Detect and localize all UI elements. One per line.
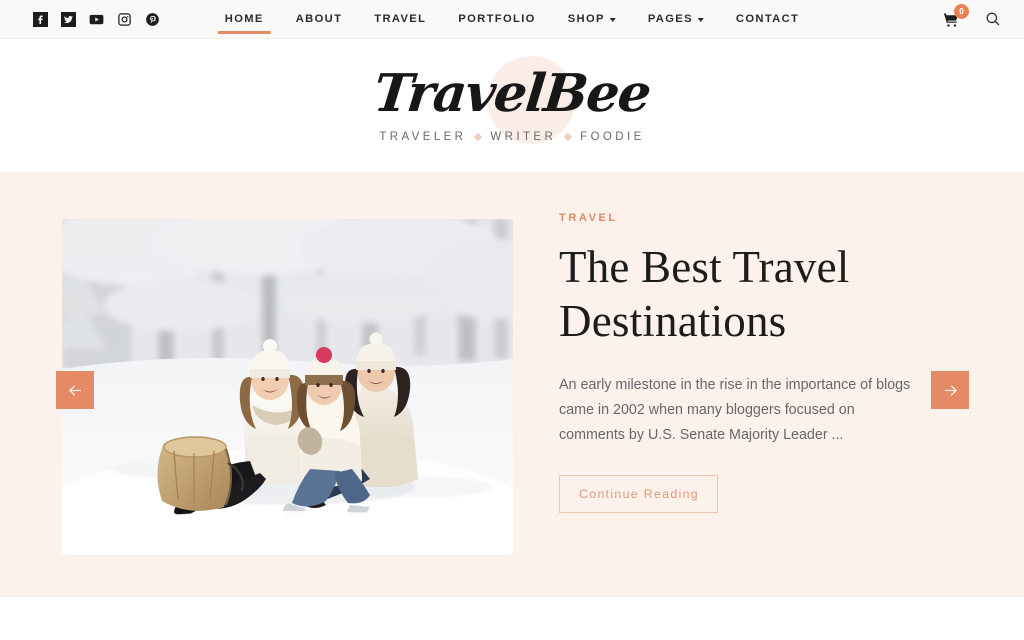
arrow-right-icon	[944, 384, 957, 396]
top-bar-actions: 0	[943, 4, 1002, 30]
slider-prev-button[interactable]	[56, 371, 94, 409]
nav-item-shop[interactable]: SHOP	[552, 0, 632, 39]
nav-label: ABOUT	[295, 13, 343, 25]
tagline-word: WRITER	[490, 131, 557, 143]
instagram-icon[interactable]	[117, 12, 132, 27]
diamond-separator-icon	[474, 132, 483, 142]
tagline-word: TRAVELER	[379, 131, 467, 143]
pinterest-icon[interactable]	[145, 12, 160, 27]
cart-button[interactable]: 0	[943, 4, 969, 30]
nav-label: PAGES	[647, 13, 693, 25]
top-bar: HOME ABOUT TRAVEL PORTFOLIO SHOP PAGES C…	[0, 0, 1024, 39]
nav-label: TRAVEL	[374, 13, 427, 25]
hero-title[interactable]: The Best Travel Destinations	[559, 240, 931, 349]
hero-excerpt: An early milestone in the rise in the im…	[559, 376, 911, 444]
diamond-separator-icon	[563, 132, 573, 142]
chevron-down-icon	[609, 18, 616, 22]
hero-image	[62, 219, 513, 555]
nav-item-portfolio[interactable]: PORTFOLIO	[442, 0, 551, 39]
hero-slider: TRAVEL The Best Travel Destinations An e…	[0, 172, 1024, 597]
nav-item-about[interactable]: ABOUT	[280, 0, 359, 39]
hero-category-label[interactable]: TRAVEL	[559, 212, 931, 224]
nav-label: HOME	[224, 13, 264, 25]
hero-text-block: TRAVEL The Best Travel Destinations An e…	[559, 212, 931, 513]
twitter-icon[interactable]	[61, 11, 76, 27]
arrow-left-icon	[68, 384, 81, 396]
logo-band: TravelBee TRAVELER WRITER FOODIE	[0, 39, 1024, 172]
nav-item-pages[interactable]: PAGES	[632, 0, 720, 39]
facebook-icon[interactable]	[33, 11, 48, 27]
slider-next-button[interactable]	[931, 371, 969, 409]
nav-item-travel[interactable]: TRAVEL	[358, 0, 442, 39]
nav-label: CONTACT	[735, 13, 800, 25]
nav-label: SHOP	[567, 13, 605, 25]
continue-reading-button[interactable]: Continue Reading	[559, 474, 718, 513]
logo-tagline: TRAVELER WRITER FOODIE	[379, 131, 644, 143]
nav-item-home[interactable]: HOME	[209, 0, 280, 39]
cart-count-badge: 0	[954, 4, 969, 19]
search-icon[interactable]	[984, 10, 1002, 28]
social-links	[33, 11, 160, 27]
chevron-down-icon	[697, 18, 704, 22]
tagline-word: FOODIE	[580, 131, 645, 143]
nav-item-contact[interactable]: CONTACT	[720, 0, 815, 39]
logo-wordmark: TravelBee	[371, 63, 654, 124]
site-logo[interactable]: TravelBee TRAVELER WRITER FOODIE	[371, 56, 654, 144]
main-navigation: HOME ABOUT TRAVEL PORTFOLIO SHOP PAGES C…	[209, 0, 815, 39]
page-bottom-spacer	[0, 597, 1024, 640]
nav-label: PORTFOLIO	[458, 13, 536, 25]
youtube-icon[interactable]	[89, 12, 104, 27]
